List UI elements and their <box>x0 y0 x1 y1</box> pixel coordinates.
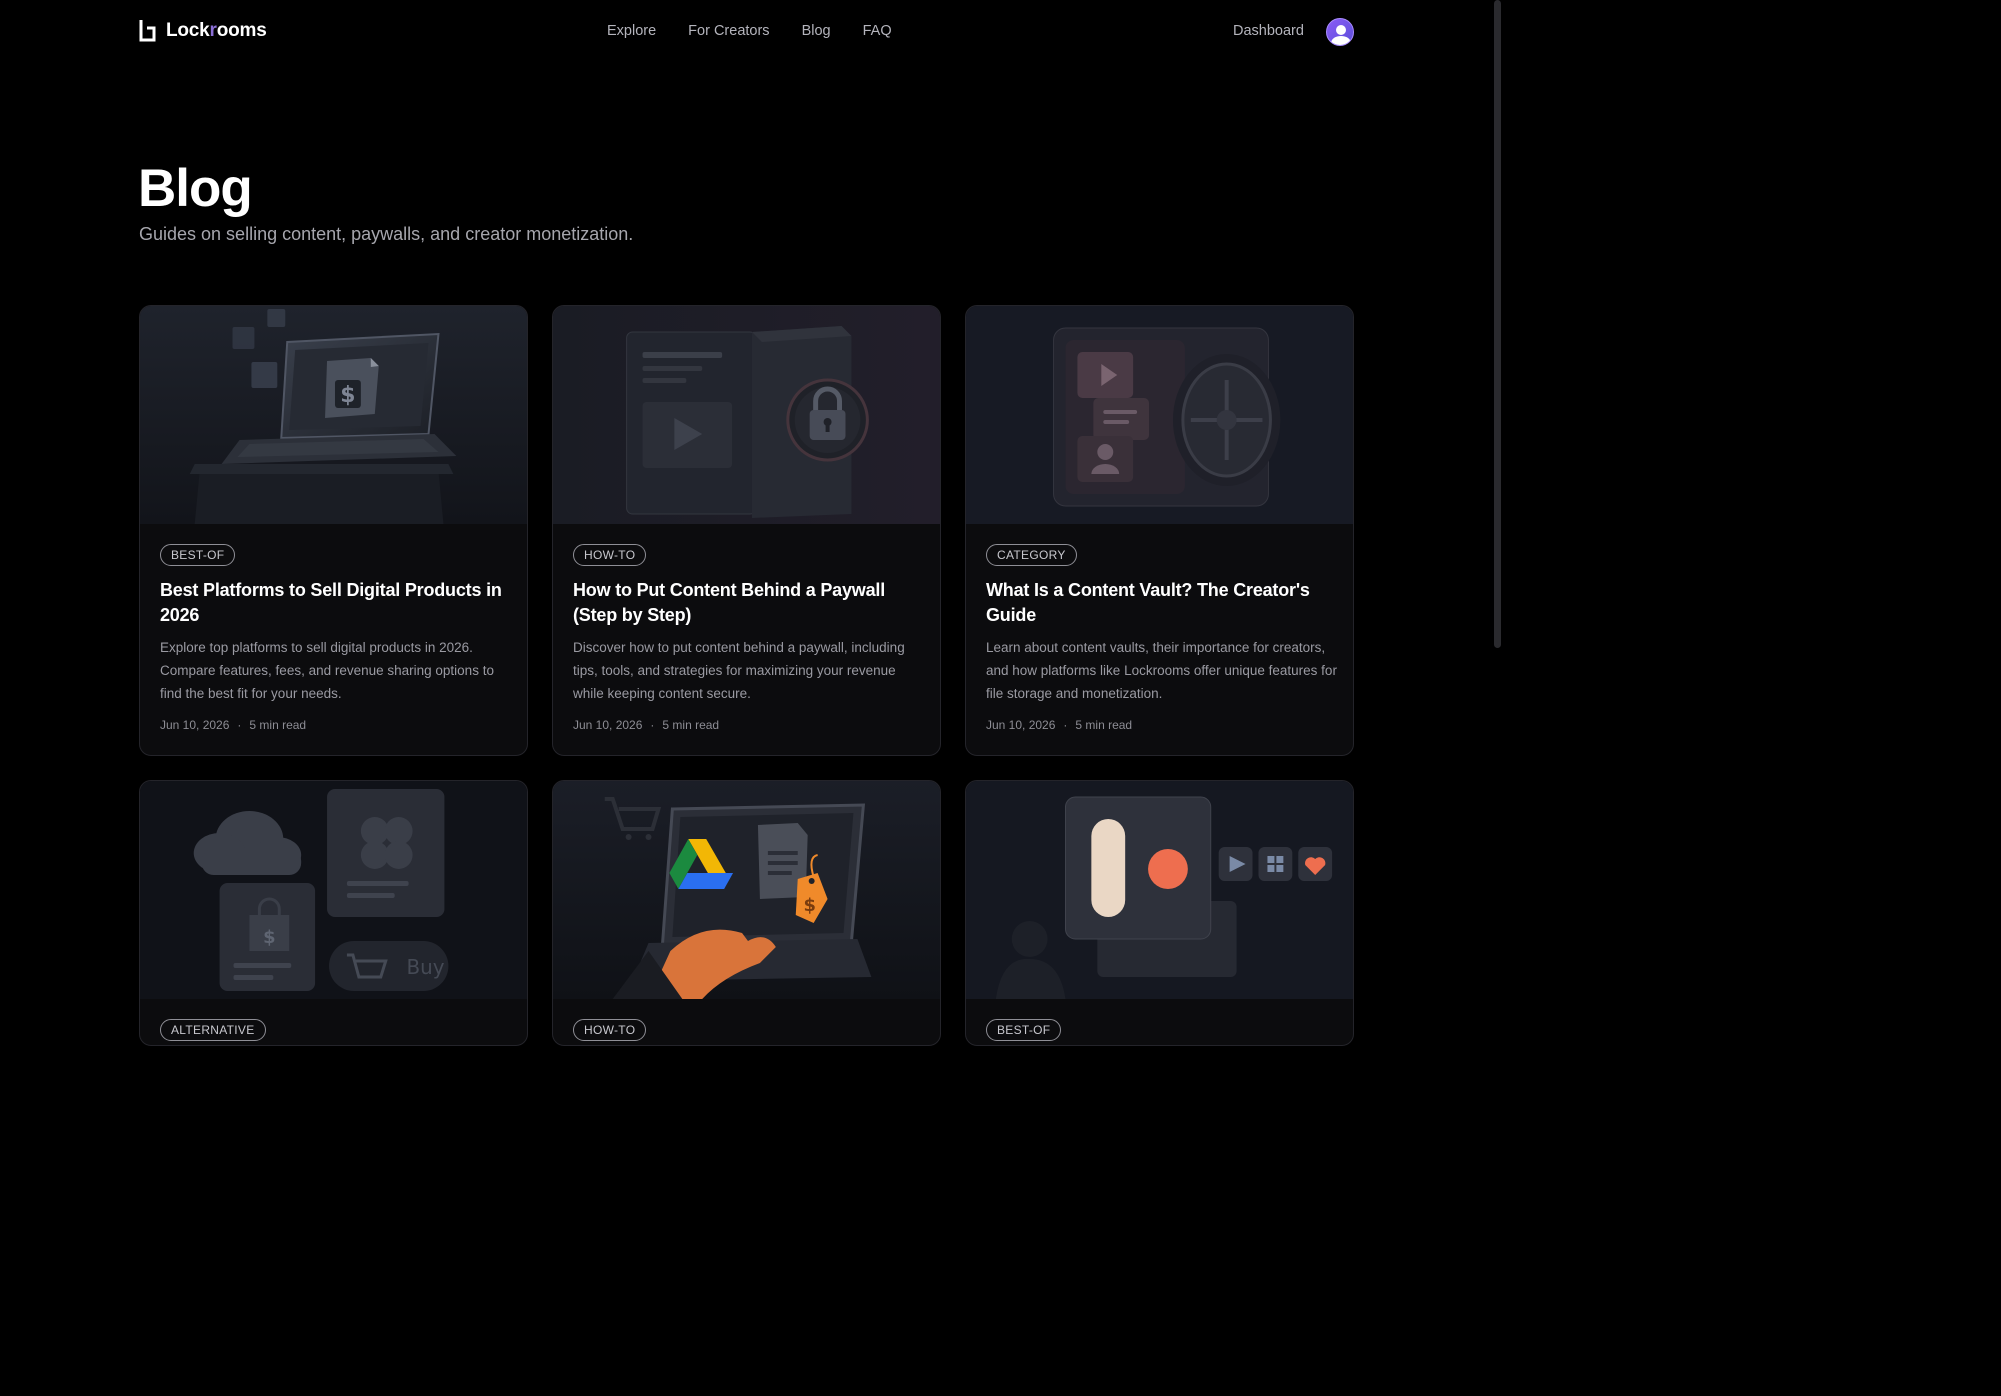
nav-faq[interactable]: FAQ <box>863 23 892 39</box>
svg-text:$: $ <box>340 383 355 408</box>
category-badge: CATEGORY <box>986 544 1077 566</box>
post-title[interactable]: Best Platforms to Sell Digital Products … <box>160 578 510 628</box>
read-time: 5 min read <box>662 718 720 732</box>
logo-link[interactable]: Lockrooms <box>139 19 267 42</box>
category-badge: BEST-OF <box>160 544 236 566</box>
page-title: Blog <box>138 159 253 218</box>
main-nav: Explore For Creators Blog FAQ <box>607 23 892 39</box>
category-badge: HOW-TO <box>573 1019 647 1041</box>
user-avatar-icon[interactable] <box>1326 18 1354 46</box>
post-excerpt: Explore top platforms to sell digital pr… <box>160 640 494 701</box>
post-excerpt: Learn about content vaults, their import… <box>986 640 1337 701</box>
brand-name: Lockrooms <box>166 19 267 41</box>
post-meta: Jun 10, 2026 · 5 min read <box>160 718 306 732</box>
category-badge: HOW-TO <box>573 544 647 566</box>
blog-card[interactable]: CATEGORY What Is a Content Vault? The Cr… <box>965 305 1354 756</box>
site-header: Lockrooms Explore For Creators Blog FAQ … <box>139 17 1355 47</box>
post-meta: Jun 10, 2026 · 5 min read <box>573 718 719 732</box>
blog-card[interactable]: HOW-TO How to Put Content Behind a Paywa… <box>552 305 941 756</box>
buy-label: Buy <box>407 955 445 979</box>
nav-for-creators[interactable]: For Creators <box>688 23 769 39</box>
lockrooms-logo-icon <box>139 20 156 42</box>
blog-card[interactable]: $ HOW-TO <box>552 780 941 1046</box>
blog-card[interactable]: BEST-OF <box>965 780 1354 1046</box>
category-badge: ALTERNATIVE <box>160 1019 266 1041</box>
content-vault-illustration <box>966 306 1353 524</box>
nav-explore[interactable]: Explore <box>607 23 656 39</box>
category-badge: BEST-OF <box>986 1019 1062 1041</box>
dashboard-link[interactable]: Dashboard <box>1233 23 1304 39</box>
creator-platform-illustration <box>966 781 1353 999</box>
meta-separator: · <box>1063 718 1068 732</box>
post-date: Jun 10, 2026 <box>986 718 1056 732</box>
nav-blog[interactable]: Blog <box>802 23 831 39</box>
read-time: 5 min read <box>249 718 307 732</box>
page-subtitle: Guides on selling content, paywalls, and… <box>139 224 634 244</box>
paywall-lock-illustration <box>553 306 940 524</box>
blog-card[interactable]: $ Buy ALTERNATIVE <box>139 780 528 1046</box>
svg-text:$: $ <box>803 895 815 916</box>
post-excerpt: Discover how to put content behind a pay… <box>573 640 905 701</box>
meta-separator: · <box>237 718 242 732</box>
vertical-scrollbar[interactable] <box>1494 0 1501 648</box>
cloud-store-illustration: $ Buy <box>140 781 527 999</box>
post-date: Jun 10, 2026 <box>573 718 643 732</box>
svg-text:$: $ <box>263 927 275 948</box>
page-bottom-mask <box>0 1046 1400 1396</box>
laptop-dollar-illustration: $ <box>140 306 527 524</box>
meta-separator: · <box>650 718 655 732</box>
post-title[interactable]: How to Put Content Behind a Paywall (Ste… <box>573 578 923 628</box>
post-meta: Jun 10, 2026 · 5 min read <box>986 718 1132 732</box>
drive-laptop-illustration: $ <box>553 781 940 999</box>
blog-card[interactable]: $ BEST-OF Best Platforms to Sell Digital… <box>139 305 528 756</box>
post-date: Jun 10, 2026 <box>160 718 230 732</box>
read-time: 5 min read <box>1075 718 1133 732</box>
post-title[interactable]: What Is a Content Vault? The Creator's G… <box>986 578 1336 628</box>
